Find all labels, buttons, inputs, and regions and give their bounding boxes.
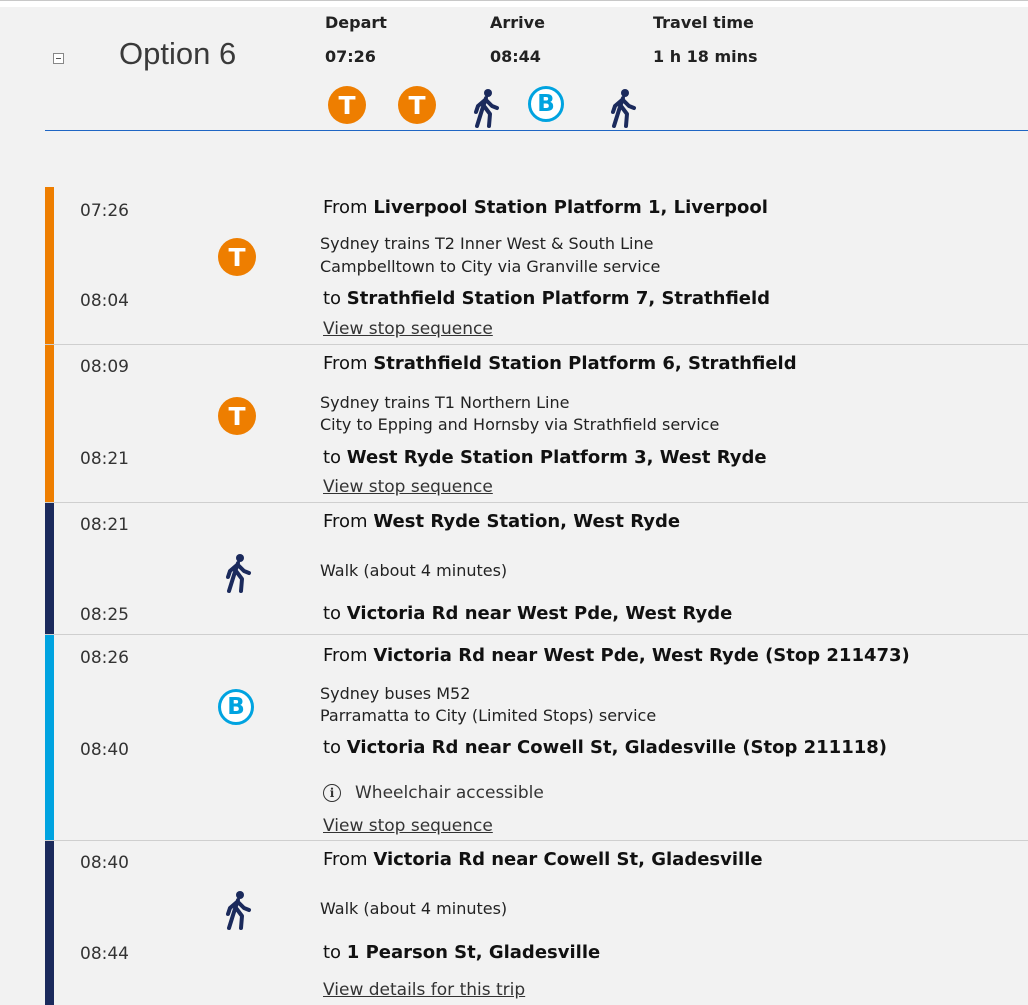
leg-from: From Victoria Rd near Cowell St, Gladesv… (323, 849, 763, 870)
option-title: Option 6 (119, 36, 237, 71)
leg-depart-time: 08:21 (80, 515, 129, 535)
train-icon: T (218, 397, 256, 435)
view-trip-details-link[interactable]: View details for this trip (323, 980, 525, 1000)
leg-from: From Liverpool Station Platform 1, Liver… (323, 197, 768, 218)
collapse-toggle-icon[interactable] (53, 53, 64, 64)
leg-from: From Strathfield Station Platform 6, Str… (323, 353, 797, 374)
leg-depart-time: 08:09 (80, 357, 129, 377)
arrive-time: 08:44 (490, 47, 541, 66)
view-stop-sequence-link[interactable]: View stop sequence (323, 477, 493, 497)
leg-arrive-time: 08:40 (80, 740, 129, 760)
leg-color-bar (45, 345, 54, 503)
travel-time-label: Travel time (653, 13, 754, 32)
walk-icon (471, 88, 501, 132)
walk-icon (223, 890, 253, 934)
travel-time: 1 h 18 mins (653, 47, 758, 66)
bus-icon: B (528, 86, 564, 122)
leg-service-line: Sydney buses M52 (320, 684, 471, 703)
leg-to: to Victoria Rd near West Pde, West Ryde (323, 603, 733, 624)
leg-depart-time: 07:26 (80, 201, 129, 221)
leg-to: to Victoria Rd near Cowell St, Gladesvil… (323, 737, 887, 758)
leg-depart-time: 08:26 (80, 648, 129, 668)
leg-service-line: Sydney trains T1 Northern Line (320, 393, 570, 412)
arrive-label: Arrive (490, 13, 545, 32)
leg-to: to Strathfield Station Platform 7, Strat… (323, 288, 771, 309)
train-icon: T (218, 238, 256, 276)
depart-label: Depart (325, 13, 387, 32)
leg-service-line: Sydney trains T2 Inner West & South Line (320, 234, 654, 253)
leg-arrive-time: 08:04 (80, 291, 129, 311)
leg-service-route: Parramatta to City (Limited Stops) servi… (320, 706, 657, 725)
leg-arrive-time: 08:25 (80, 605, 129, 625)
view-stop-sequence-link[interactable]: View stop sequence (323, 319, 493, 339)
leg-service-route: Campbelltown to City via Granville servi… (320, 257, 661, 276)
leg-to: to West Ryde Station Platform 3, West Ry… (323, 447, 767, 468)
leg-from: From West Ryde Station, West Ryde (323, 511, 681, 532)
leg-color-bar (45, 635, 54, 841)
leg-walk-duration: Walk (about 4 minutes) (320, 899, 508, 918)
leg-color-bar (45, 503, 54, 635)
header-divider (45, 130, 1028, 131)
view-stop-sequence-link[interactable]: View stop sequence (323, 816, 493, 836)
bus-icon: B (218, 689, 254, 725)
train-icon: T (398, 86, 436, 124)
leg-from: From Victoria Rd near West Pde, West Ryd… (323, 645, 910, 666)
leg-color-bar (45, 841, 54, 1005)
leg-depart-time: 08:40 (80, 853, 129, 873)
leg-walk-duration: Walk (about 4 minutes) (320, 561, 508, 580)
walk-icon (608, 88, 638, 132)
leg-arrive-time: 08:44 (80, 944, 129, 964)
wheelchair-accessible-label: Wheelchair accessible (355, 783, 544, 803)
info-icon: i (323, 784, 341, 802)
train-icon: T (328, 86, 366, 124)
leg-to: to 1 Pearson St, Gladesville (323, 942, 601, 963)
leg-arrive-time: 08:21 (80, 449, 129, 469)
wheelchair-accessible-info: i Wheelchair accessible (323, 783, 544, 803)
depart-time: 07:26 (325, 47, 376, 66)
walk-icon (223, 553, 253, 597)
leg-color-bar (45, 187, 54, 346)
top-border (0, 0, 1028, 7)
leg-service-route: City to Epping and Hornsby via Strathfie… (320, 415, 720, 434)
